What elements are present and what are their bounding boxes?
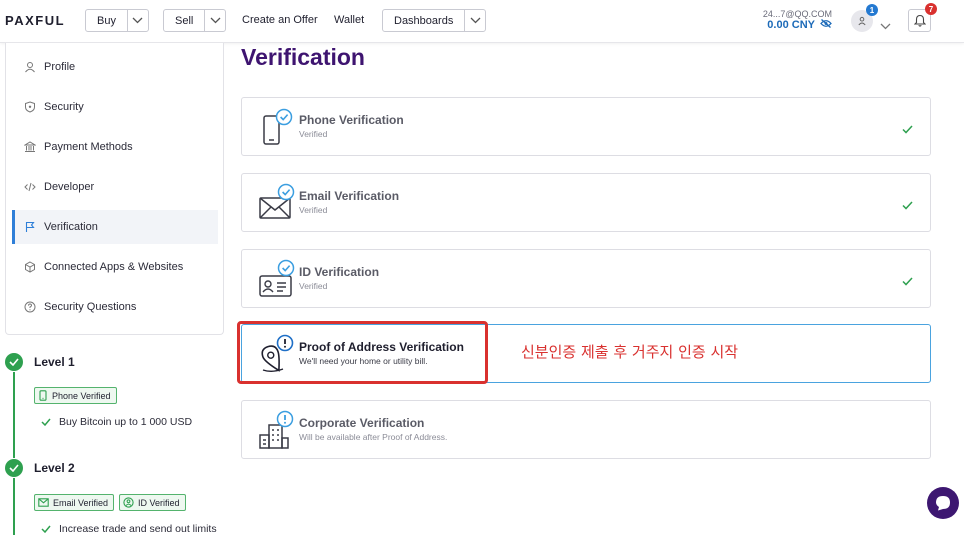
sidebar-item-label: Developer [44, 181, 95, 193]
balance-value: 0.00 CNY [767, 19, 815, 31]
status-badge: Email Verified [34, 494, 115, 511]
phone-verification-card[interactable]: Phone Verification Verified [241, 97, 931, 156]
id-card-verified-icon [257, 259, 295, 299]
check-icon [41, 525, 51, 533]
id-verification-card[interactable]: ID Verification Verified [241, 249, 931, 308]
check-icon [41, 418, 51, 426]
status-badge: Phone Verified [34, 387, 117, 404]
badge-label: ID Verified [138, 497, 180, 508]
building-alert-icon [257, 410, 295, 450]
flag-icon [16, 221, 44, 233]
chevron-down-icon[interactable] [204, 10, 225, 31]
top-navigation-bar: PAXFUL Buy Sell Create an Offer Wallet D… [0, 0, 964, 43]
sidebar-item-profile[interactable]: Profile [12, 50, 218, 84]
badge-label: Email Verified [53, 497, 109, 508]
card-subtitle: Verified [299, 129, 328, 139]
phone-icon [39, 390, 47, 401]
profile-badge: 1 [866, 4, 878, 16]
card-subtitle: Will be available after Proof of Address… [299, 432, 448, 442]
card-title: Corporate Verification [299, 416, 425, 430]
sidebar-item-label: Profile [44, 61, 76, 73]
card-subtitle: Verified [299, 205, 328, 215]
sidebar-item-connected-apps[interactable]: Connected Apps & Websites [12, 250, 218, 284]
check-icon [902, 121, 913, 139]
check-icon [902, 273, 913, 291]
help-circle-icon [16, 301, 44, 313]
annotation-highlight-box [237, 321, 488, 384]
sell-label: Sell [175, 14, 194, 27]
perk-text: Buy Bitcoin up to 1 000 USD [59, 416, 193, 428]
account-email: 24...7@QQ.COM [762, 9, 832, 19]
mail-icon [38, 498, 49, 507]
level-connector [13, 478, 15, 535]
cube-icon [16, 261, 44, 273]
bank-icon [16, 141, 44, 153]
level-title: Level 1 [34, 355, 75, 369]
sidebar-item-label: Security Questions [44, 301, 137, 313]
dashboards-dropdown[interactable]: Dashboards [382, 9, 487, 32]
level-perk: Buy Bitcoin up to 1 000 USD [41, 416, 192, 428]
verification-levels: Level 1 Phone Verified Buy Bitcoin up to… [5, 345, 224, 535]
account-balance[interactable]: 24...7@QQ.COM 0.00 CNY [763, 9, 832, 31]
phone-verified-icon [257, 107, 295, 147]
card-title: ID Verification [299, 265, 380, 279]
email-verified-icon [257, 183, 295, 223]
sidebar-item-label: Payment Methods [44, 141, 133, 153]
buy-dropdown[interactable]: Buy [85, 9, 149, 32]
user-icon [16, 61, 44, 73]
sidebar-item-label: Security [44, 101, 84, 113]
level-perk: Increase trade and send out limits [41, 523, 217, 535]
sidebar-item-verification[interactable]: Verification [12, 210, 218, 244]
settings-sidebar: Profile Security Payment Methods Develop… [5, 43, 224, 335]
card-title: Email Verification [299, 189, 400, 203]
check-icon [902, 197, 913, 215]
status-badge: ID Verified [119, 494, 186, 511]
sidebar-item-developer[interactable]: Developer [12, 170, 218, 204]
notification-badge: 7 [925, 3, 937, 15]
card-title: Phone Verification [299, 113, 404, 127]
sidebar-item-payment-methods[interactable]: Payment Methods [12, 130, 218, 164]
chat-button[interactable] [927, 487, 959, 519]
email-verification-card[interactable]: Email Verification Verified [241, 173, 931, 232]
sell-dropdown[interactable]: Sell [163, 9, 227, 32]
sidebar-item-label: Verification [44, 221, 98, 233]
balance-row: 0.00 CNY [763, 19, 832, 31]
corporate-verification-card[interactable]: Corporate Verification Will be available… [241, 400, 931, 459]
sidebar-item-security-questions[interactable]: Security Questions [12, 290, 218, 324]
wallet-link[interactable]: Wallet [334, 14, 364, 26]
buy-label: Buy [97, 14, 116, 27]
card-subtitle: Verified [299, 281, 328, 291]
chevron-down-icon[interactable] [880, 17, 891, 35]
chevron-down-icon[interactable] [126, 10, 148, 31]
chat-bubble-icon [936, 496, 950, 511]
eye-off-icon[interactable] [820, 19, 832, 31]
level-connector [13, 372, 15, 458]
shield-icon [16, 101, 44, 113]
bell-icon [913, 14, 926, 27]
check-circle-icon [5, 353, 23, 371]
check-circle-icon [5, 459, 23, 477]
paxful-logo[interactable]: PAXFUL [5, 13, 65, 28]
badge-label: Phone Verified [52, 390, 111, 401]
page-title: Verification [241, 44, 365, 70]
chevron-down-icon[interactable] [464, 10, 485, 31]
perk-text: Increase trade and send out limits [59, 523, 217, 535]
create-offer-link[interactable]: Create an Offer [242, 14, 318, 26]
sidebar-item-label: Connected Apps & Websites [44, 261, 184, 273]
sidebar-item-security[interactable]: Security [12, 90, 218, 124]
user-icon [858, 16, 866, 26]
code-icon [16, 181, 44, 193]
id-icon [123, 497, 134, 508]
level-title: Level 2 [34, 461, 75, 475]
annotation-text: 신분인증 제출 후 거주지 인증 시작 [521, 343, 739, 361]
dashboards-label: Dashboards [394, 14, 454, 27]
